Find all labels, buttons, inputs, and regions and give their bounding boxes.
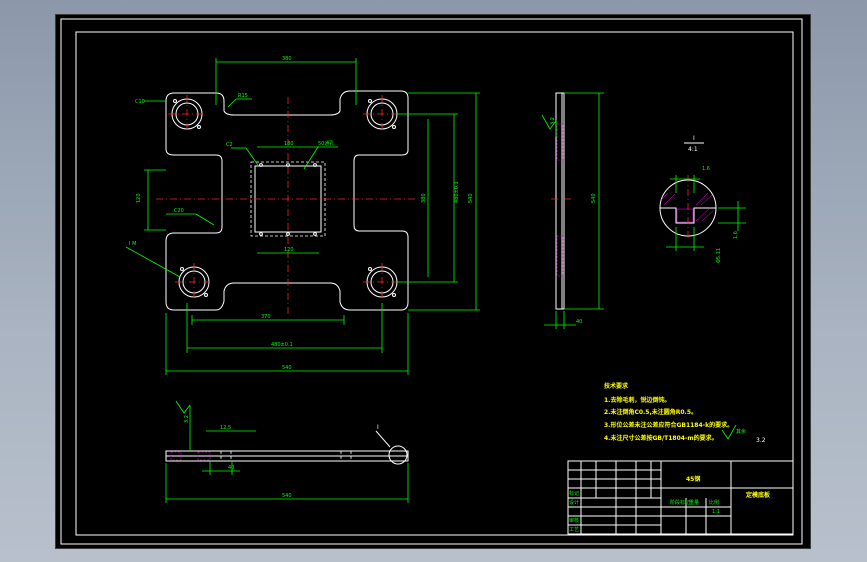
section-view: 540 40 3.2 <box>541 92 604 329</box>
plan-callouts: C10 R15 C2 50通孔 C20 I M <box>125 93 338 278</box>
tb-row-label: 工艺 <box>569 527 579 533</box>
dim-right-pitch: 480±0.1 <box>454 181 460 203</box>
dim-window-top: 180 <box>284 141 294 147</box>
note-item: 2.未注倒角C0.5,未注圆角R0.5。 <box>604 408 697 416</box>
side-overall: 540 <box>282 493 292 499</box>
title-block: 45钢 定模底板 标记 设计 审核 工艺 阶段标记 重量 比例 1:1 <box>567 460 794 535</box>
detail-view: I 4:1 1.6 1.6 Φ5.11 <box>659 135 746 263</box>
section-height: 540 <box>591 193 597 203</box>
side-callout: I <box>377 424 379 431</box>
callout-side-c: C20 <box>174 208 184 214</box>
section-roughness: 3.2 <box>550 117 556 125</box>
dim-left-height: 120 <box>136 193 142 203</box>
callout-window-label: 50通孔 <box>318 140 334 147</box>
plan-view: 380 180 120 370 480±0.1 540 120 380 480±… <box>125 56 480 375</box>
technical-notes: 技术要求 1.去除毛刺，锐边倒钝。 2.未注倒角C0.5,未注圆角R0.5。 3… <box>604 382 766 444</box>
cad-viewport[interactable]: 380 180 120 370 480±0.1 540 120 380 480±… <box>55 14 811 549</box>
side-depth: 12.5 <box>220 425 231 431</box>
dim-right-inner: 380 <box>421 193 427 203</box>
tb-row-label: 审核 <box>569 517 579 524</box>
detail-dim-b: 1.6 <box>733 231 739 239</box>
roughness-value: 3.2 <box>756 437 766 444</box>
section-thickness: 40 <box>576 319 582 325</box>
callout-top-r: R15 <box>238 93 248 99</box>
detail-dim-c: Φ5.11 <box>716 248 722 263</box>
roughness-label: 其余 <box>736 428 746 435</box>
callout-window-c: C2 <box>226 142 233 148</box>
note-item: 3.形位公差未注公差应符合GB1184-k的要求。 <box>604 421 733 429</box>
detail-label: I <box>693 135 695 142</box>
tb-scale: 1:1 <box>712 509 720 515</box>
tb-mid-label: 比例 <box>709 499 719 506</box>
dim-right-overall: 540 <box>468 193 474 203</box>
notes-title: 技术要求 <box>604 382 629 390</box>
detail-dim-a: 1.6 <box>702 166 710 172</box>
dim-top-width: 380 <box>282 56 292 62</box>
callout-hole: I M <box>129 241 136 247</box>
dim-bottom-width: 540 <box>282 365 292 371</box>
plan-dimensions: 380 180 120 370 480±0.1 540 120 380 480±… <box>136 56 480 375</box>
callout-corner: C10 <box>135 99 145 105</box>
drawing-name-cell: 定模底板 <box>745 491 771 499</box>
tb-row-label: 设计 <box>569 499 579 506</box>
dim-bottom-inner: 370 <box>261 314 271 320</box>
side-slot: 40 <box>228 465 234 471</box>
tb-row-label: 标记 <box>569 490 579 497</box>
side-view: I 540 3.2 12.5 40 <box>165 400 409 503</box>
dim-hole-pitch: 480±0.1 <box>271 342 293 348</box>
outer-frame <box>60 18 803 545</box>
dim-window-bottom: 120 <box>284 247 294 253</box>
tb-mid-label: 重量 <box>689 499 699 506</box>
drawing-canvas: 380 180 120 370 480±0.1 540 120 380 480±… <box>60 18 803 545</box>
side-roughness: 3.2 <box>184 415 190 423</box>
note-item: 1.去除毛刺，锐边倒钝。 <box>604 396 670 404</box>
tb-mid-label: 阶段标记 <box>670 499 690 506</box>
note-item: 4.未注尺寸公差按GB/T1804-m的要求。 <box>604 434 718 442</box>
detail-scale: 4:1 <box>688 146 698 153</box>
material-cell: 45钢 <box>686 475 700 483</box>
